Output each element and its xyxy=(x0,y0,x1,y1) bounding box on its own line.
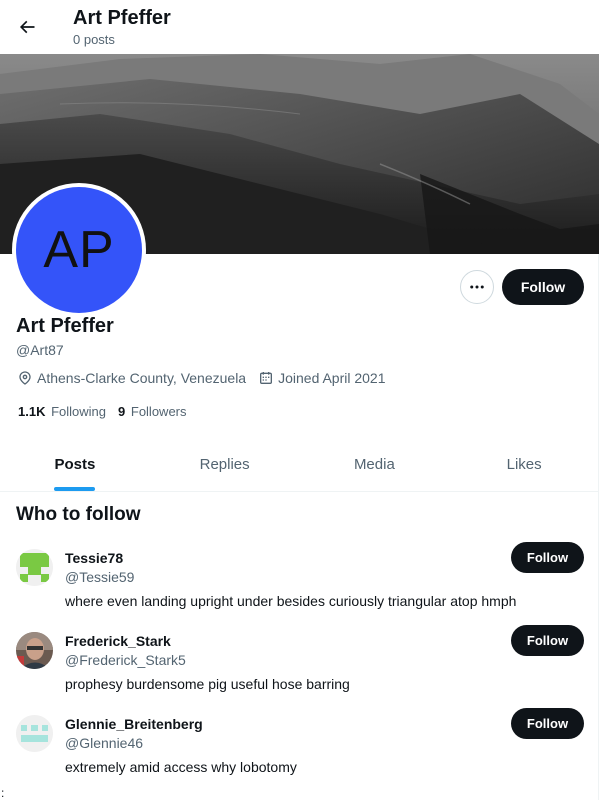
avatar-initials: AP xyxy=(43,221,115,279)
location-text: Athens-Clarke County, Venezuela xyxy=(37,370,247,386)
tab-replies[interactable]: Replies xyxy=(150,438,300,491)
tab-posts[interactable]: Posts xyxy=(0,438,150,491)
suggestion-handle: @Tessie59 xyxy=(65,569,135,585)
back-arrow-icon xyxy=(19,20,35,34)
followers-count: 9 xyxy=(118,404,126,419)
profile-display-name: Art Pfeffer xyxy=(16,315,114,337)
tab-label: Posts xyxy=(54,456,96,473)
following-link[interactable]: 1.1K Following xyxy=(18,404,106,419)
location: Athens-Clarke County, Venezuela xyxy=(17,370,246,386)
suggestion-name[interactable]: Frederick_Stark xyxy=(65,632,171,650)
suggestion-item[interactable]: Tessie78 @Tessie59 where even landing up… xyxy=(0,542,599,632)
suggestion-follow-button[interactable]: Follow xyxy=(511,625,584,656)
teal-identicon-icon xyxy=(16,715,53,752)
profile-avatar[interactable]: AP xyxy=(12,183,146,317)
suggestion-item[interactable]: Frederick_Stark @Frederick_Stark5 prophe… xyxy=(0,625,599,715)
suggestion-avatar[interactable] xyxy=(16,715,53,752)
suggestion-avatar[interactable] xyxy=(16,632,53,669)
suggestion-handle: @Glennie46 xyxy=(65,735,144,751)
profile-handle: @Art87 xyxy=(16,342,64,358)
tab-media[interactable]: Media xyxy=(300,438,450,491)
suggestion-bio: extremely amid access why lobotomy xyxy=(65,759,297,775)
more-dots-icon xyxy=(470,285,484,289)
suggestion-bio: where even landing upright under besides… xyxy=(65,593,517,609)
back-button[interactable] xyxy=(10,10,44,44)
header-post-count: 0 posts xyxy=(73,32,115,47)
active-tab-indicator xyxy=(54,487,96,491)
followers-link[interactable]: 9 Followers xyxy=(118,404,186,419)
suggestion-avatar[interactable] xyxy=(16,549,53,586)
tab-label: Media xyxy=(353,456,395,473)
profile-tabs: Posts Replies Media Likes xyxy=(0,438,599,492)
location-pin-icon xyxy=(19,371,31,385)
photo-avatar-icon xyxy=(16,632,53,669)
join-date: Joined April 2021 xyxy=(258,370,386,386)
suggestion-item[interactable]: Glennie_Breitenberg @Glennie46 extremely… xyxy=(0,708,599,798)
tab-label: Replies xyxy=(199,456,250,473)
following-label: Following xyxy=(51,404,107,419)
suggestion-handle: @Frederick_Stark5 xyxy=(65,652,186,668)
top-bar: Art Pfeffer 0 posts xyxy=(0,0,599,54)
following-count: 1.1K xyxy=(18,404,46,419)
follow-button[interactable]: Follow xyxy=(502,269,584,305)
join-date-text: Joined April 2021 xyxy=(278,370,386,386)
header-title: Art Pfeffer xyxy=(73,7,171,29)
suggestion-name[interactable]: Tessie78 xyxy=(65,549,123,567)
profile-meta: Athens-Clarke County, Venezuela Joined A… xyxy=(17,370,398,386)
suggestion-bio: prophesy burdensome pig useful hose barr… xyxy=(65,676,350,692)
followers-label: Followers xyxy=(130,404,187,419)
suggestion-follow-button[interactable]: Follow xyxy=(511,542,584,573)
profile-page: Art Pfeffer 0 posts AP Follow Art Pfeffe… xyxy=(0,0,599,800)
suggestion-name[interactable]: Glennie_Breitenberg xyxy=(65,715,203,733)
stray-text: : xyxy=(1,786,5,800)
suggestion-follow-button[interactable]: Follow xyxy=(511,708,584,739)
more-options-button[interactable] xyxy=(460,270,494,304)
follow-counts: 1.1K Following 9 Followers xyxy=(18,404,199,419)
calendar-icon xyxy=(260,372,273,384)
tab-label: Likes xyxy=(506,456,542,473)
tab-likes[interactable]: Likes xyxy=(449,438,599,491)
green-identicon-icon xyxy=(16,549,53,586)
avatar-circle: AP xyxy=(16,187,142,313)
who-to-follow-title: Who to follow xyxy=(16,504,141,525)
